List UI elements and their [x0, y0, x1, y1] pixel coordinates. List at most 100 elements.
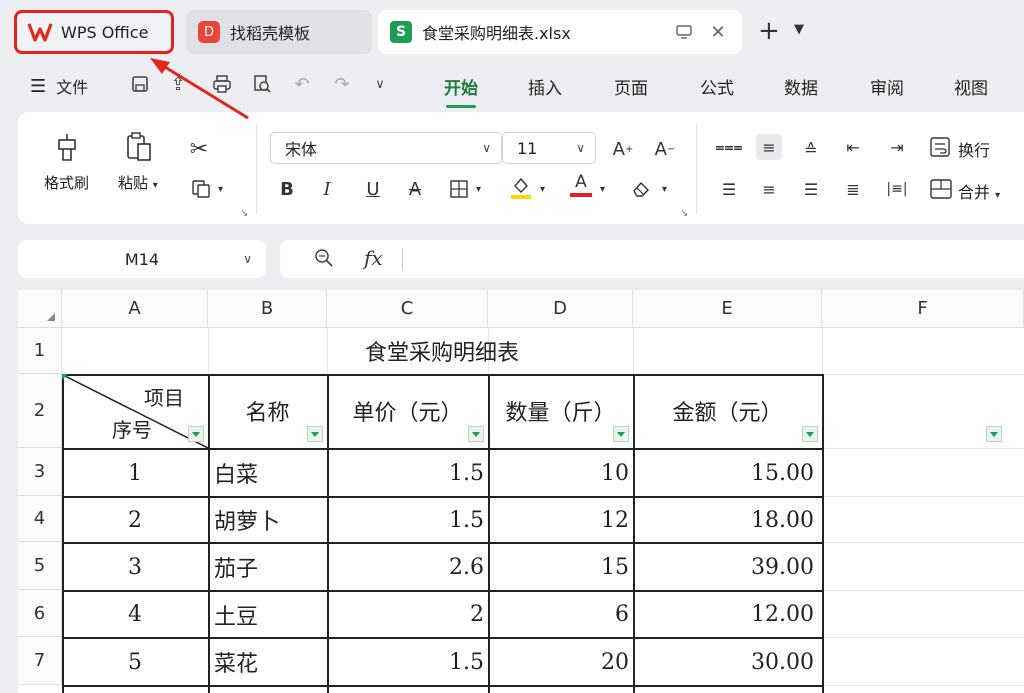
table-cell-name[interactable]: 胡萝卜	[210, 498, 327, 542]
table-cell-name[interactable]: 茄子	[210, 544, 327, 590]
align-top-icon[interactable]: ⩶	[715, 134, 742, 160]
function-icon[interactable]: fx	[364, 246, 383, 270]
redo-icon[interactable]: ↷	[330, 72, 354, 96]
table-cell-price[interactable]: 1.5	[329, 498, 488, 542]
justify-icon[interactable]: ≣	[840, 176, 866, 202]
filter-dropdown-icon[interactable]	[986, 426, 1002, 442]
shrink-font-icon[interactable]: A −	[652, 136, 678, 162]
sheet-title-cell[interactable]: 食堂采购明细表	[62, 328, 822, 374]
row-header-1[interactable]: 1	[18, 328, 62, 374]
row-header-7[interactable]: 7	[18, 637, 62, 685]
wrap-text-icon[interactable]	[928, 134, 954, 160]
chevron-down-icon[interactable]: ▾	[476, 184, 481, 195]
tab-data[interactable]: 数据	[784, 74, 818, 99]
paste-button[interactable]: 粘贴 ▾	[118, 130, 158, 193]
filter-dropdown-icon[interactable]	[468, 426, 484, 442]
header-qty[interactable]: 数量（斤）	[488, 374, 633, 448]
merge-cells-label[interactable]: 合并 ▾	[958, 179, 1000, 203]
align-right-icon[interactable]: ☰	[798, 176, 824, 202]
table-cell-qty[interactable]: 10	[490, 450, 633, 496]
table-cell-no[interactable]: 5	[62, 639, 208, 685]
filter-dropdown-icon[interactable]	[802, 426, 818, 442]
table-cell-no[interactable]: 1	[62, 450, 208, 496]
table-cell-amount[interactable]: 18.00	[635, 498, 822, 542]
table-cell-no[interactable]: 3	[62, 544, 208, 590]
copy-icon[interactable]	[188, 176, 214, 202]
header-amount[interactable]: 金额（元）	[633, 374, 822, 448]
table-cell-no[interactable]: 2	[62, 498, 208, 542]
name-box[interactable]: M14 ∨	[18, 240, 266, 278]
share-icon[interactable]: ⇪	[166, 72, 190, 96]
chevron-down-icon[interactable]: ▾	[540, 184, 545, 195]
format-painter-button[interactable]: 格式刷	[44, 130, 89, 193]
tab-review[interactable]: 审阅	[870, 74, 904, 99]
distributed-align-icon[interactable]: |≡|	[884, 176, 910, 202]
align-center-icon[interactable]: ≡	[756, 176, 782, 202]
tab-wps-office[interactable]: WPS Office	[14, 10, 174, 54]
print-preview-icon[interactable]	[250, 72, 274, 96]
table-cell-price[interactable]: 2.6	[329, 544, 488, 590]
decrease-indent-icon[interactable]: ⇤	[840, 134, 866, 160]
tab-insert[interactable]: 插入	[528, 74, 562, 99]
font-size-select[interactable]: 11 ∨	[502, 132, 596, 164]
filter-dropdown-icon[interactable]	[188, 426, 204, 442]
table-cell-price[interactable]: 1.5	[329, 639, 488, 685]
table-cell-no[interactable]: 4	[62, 592, 208, 637]
grow-font-icon[interactable]: A +	[610, 136, 636, 162]
new-tab-icon[interactable]: +	[758, 16, 780, 46]
font-name-select[interactable]: 宋体 ∨	[270, 132, 502, 164]
font-color-icon[interactable]: A	[568, 172, 594, 198]
align-bottom-icon[interactable]: ≙	[798, 136, 824, 162]
increase-indent-icon[interactable]: ⇥	[884, 134, 910, 160]
table-cell-amount[interactable]: 39.00	[635, 544, 822, 590]
table-cell-amount[interactable]: 15.00	[635, 450, 822, 496]
file-menu[interactable]: ☰ 文件	[30, 74, 88, 98]
underline-button[interactable]: U	[360, 176, 386, 202]
table-cell-amount[interactable]: 12.00	[635, 592, 822, 637]
clear-format-icon[interactable]	[628, 176, 654, 202]
bold-button[interactable]: B	[274, 176, 300, 202]
column-header-c[interactable]: C	[327, 290, 488, 328]
chevron-down-icon[interactable]: ▾	[218, 184, 223, 195]
tab-home[interactable]: 开始	[444, 74, 478, 108]
column-header-e[interactable]: E	[633, 290, 822, 328]
strikethrough-button[interactable]: A	[402, 176, 428, 202]
tab-document[interactable]: S 食堂采购明细表.xlsx ✕	[378, 10, 742, 54]
chevron-down-icon[interactable]: ▾	[600, 184, 605, 195]
save-icon[interactable]	[128, 72, 152, 96]
zoom-icon[interactable]	[314, 248, 334, 273]
print-icon[interactable]	[210, 72, 234, 96]
align-middle-icon[interactable]: ≡	[756, 134, 782, 160]
row-header-3[interactable]: 3	[18, 448, 62, 496]
align-left-icon[interactable]: ☰	[716, 176, 742, 202]
wrap-text-label[interactable]: 换行	[958, 137, 990, 161]
tab-formula[interactable]: 公式	[700, 74, 734, 99]
filter-dropdown-icon[interactable]	[307, 426, 323, 442]
close-icon[interactable]: ✕	[708, 22, 728, 43]
row-header-6[interactable]: 6	[18, 590, 62, 637]
row-header-2[interactable]: 2	[18, 374, 62, 448]
table-cell-price[interactable]: 1.5	[329, 450, 488, 496]
tab-template[interactable]: D 找稻壳模板	[186, 10, 372, 54]
chevron-down-icon[interactable]: ▾	[662, 184, 667, 195]
tab-view[interactable]: 视图	[954, 74, 988, 99]
select-all-corner[interactable]	[18, 290, 62, 328]
monitor-icon[interactable]	[674, 22, 694, 42]
table-cell-qty[interactable]: 20	[490, 639, 633, 685]
fill-color-icon[interactable]	[508, 174, 534, 200]
dialog-launcher-icon[interactable]: ↘	[680, 208, 688, 219]
column-header-f[interactable]: F	[822, 290, 1024, 328]
table-cell-amount[interactable]: 30.00	[635, 639, 822, 685]
borders-icon[interactable]	[446, 176, 472, 202]
undo-icon[interactable]: ↶	[290, 72, 314, 96]
chevron-down-icon[interactable]: ∨	[368, 72, 392, 96]
cut-icon[interactable]: ✂	[186, 136, 212, 162]
filter-dropdown-icon[interactable]	[613, 426, 629, 442]
row-header-4[interactable]: 4	[18, 496, 62, 542]
formula-bar[interactable]: fx	[280, 240, 1024, 278]
table-cell-name[interactable]: 菜花	[210, 639, 327, 685]
table-cell-name[interactable]: 土豆	[210, 592, 327, 637]
dialog-launcher-icon[interactable]: ↘	[240, 208, 248, 219]
table-cell-qty[interactable]: 12	[490, 498, 633, 542]
spreadsheet-grid[interactable]: A B C D E F 1 2 3 4 5 6 7 食堂采购明细表 项目 序号 …	[18, 290, 1024, 693]
